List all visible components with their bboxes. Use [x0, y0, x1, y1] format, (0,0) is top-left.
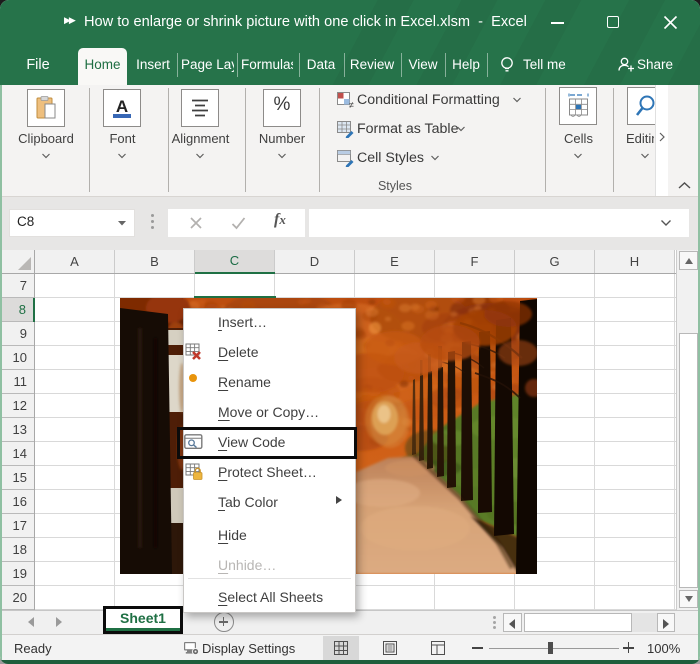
svg-text:≠: ≠	[349, 100, 354, 109]
svg-text:A: A	[116, 97, 128, 116]
